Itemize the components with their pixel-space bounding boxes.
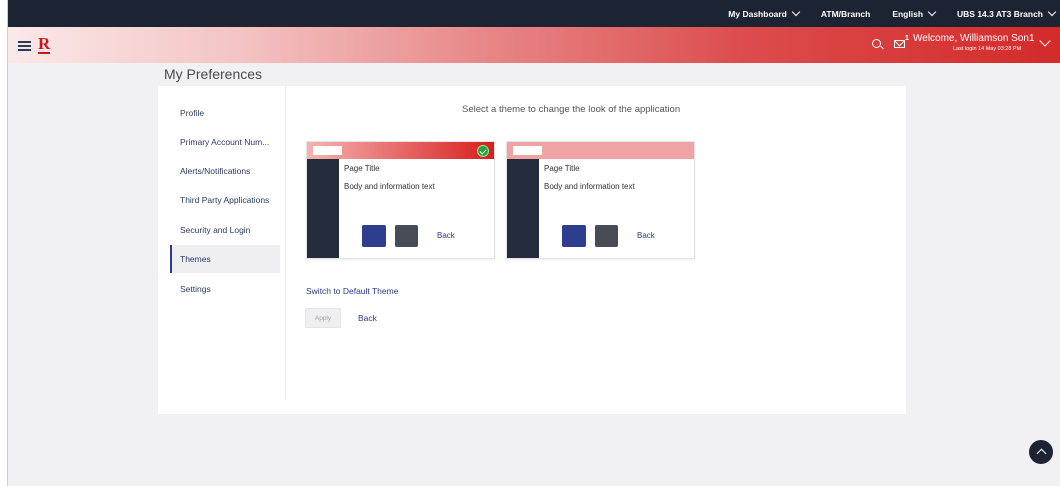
- app-header: R 1 Welcome, Williamson Son1 Last login …: [8, 27, 1060, 63]
- theme-preview-page-title: Page Title: [544, 164, 580, 173]
- theme-preview-primary-button: [562, 225, 586, 247]
- apply-button[interactable]: Apply: [305, 308, 341, 328]
- selected-check-icon: [477, 145, 489, 157]
- top-bar: My Dashboard ATM/Branch English UBS 14.3…: [8, 0, 1060, 27]
- hamburger-menu-icon[interactable]: [18, 41, 31, 51]
- mail-icon[interactable]: [894, 40, 905, 48]
- nav-item-alerts-notifications[interactable]: Alerts/Notifications: [170, 157, 280, 185]
- theme-preview-secondary-button: [595, 225, 618, 247]
- nav-item-primary-account-number[interactable]: Primary Account Num...: [170, 128, 280, 156]
- app-frame: My Dashboard ATM/Branch English UBS 14.3…: [7, 0, 1060, 486]
- my-dashboard-menu[interactable]: My Dashboard: [728, 7, 801, 19]
- theme-preview-sidebar: [507, 159, 539, 258]
- preferences-side-nav: Profile Primary Account Num... Alerts/No…: [158, 86, 286, 400]
- theme-preview-body-text: Body and information text: [544, 182, 635, 191]
- theme-preview-body-text: Body and information text: [344, 182, 435, 191]
- language-label: English: [892, 8, 924, 19]
- theme-preview-secondary-button: [395, 225, 418, 247]
- page-title: My Preferences: [164, 66, 263, 82]
- theme-preview-back-link: Back: [637, 231, 655, 240]
- preferences-card: Profile Primary Account Num... Alerts/No…: [158, 86, 906, 414]
- chevron-down-icon[interactable]: [1039, 35, 1051, 47]
- theme-preview-primary-button: [362, 225, 386, 247]
- nav-item-themes[interactable]: Themes: [170, 245, 280, 273]
- theme-card-red[interactable]: Page Title Body and information text Bac…: [306, 141, 495, 259]
- nav-item-profile[interactable]: Profile: [170, 99, 280, 127]
- last-login-text: Last login 14 May 03:28 PM: [953, 46, 1022, 52]
- mail-count-badge: 1: [905, 35, 909, 42]
- theme-preview-logo: [313, 146, 342, 155]
- theme-preview-sidebar: [307, 159, 339, 258]
- back-link[interactable]: Back: [358, 313, 377, 323]
- welcome-text[interactable]: Welcome, Williamson Son1: [913, 33, 1035, 44]
- chevron-down-icon: [1047, 7, 1057, 16]
- bank-logo[interactable]: R: [38, 35, 51, 54]
- theme-preview-page-title: Page Title: [344, 164, 380, 173]
- atm-branch-label: ATM/Branch: [820, 8, 871, 19]
- chevron-down-icon: [791, 7, 801, 16]
- nav-item-security-and-login[interactable]: Security and Login: [170, 216, 280, 244]
- search-icon[interactable]: [872, 39, 881, 48]
- theme-preview-logo: [513, 146, 542, 155]
- atm-branch-link[interactable]: ATM/Branch: [821, 9, 870, 19]
- theme-preview-back-link: Back: [437, 231, 455, 240]
- language-menu[interactable]: English: [892, 7, 937, 19]
- switch-to-default-theme-link[interactable]: Switch to Default Theme: [306, 286, 398, 296]
- theme-preview-header: [507, 142, 694, 159]
- branch-menu[interactable]: UBS 14.3 AT3 Branch: [957, 7, 1057, 19]
- my-dashboard-label: My Dashboard: [728, 8, 787, 19]
- nav-item-third-party-applications[interactable]: Third Party Applications: [170, 186, 280, 214]
- scroll-to-top-button[interactable]: [1029, 440, 1053, 464]
- chevron-down-icon: [927, 7, 937, 16]
- theme-card-light-red[interactable]: Page Title Body and information text Bac…: [506, 141, 695, 259]
- theme-preview-header: [307, 142, 494, 159]
- branch-label: UBS 14.3 AT3 Branch: [957, 8, 1043, 19]
- nav-item-settings[interactable]: Settings: [170, 275, 280, 303]
- theme-heading: Select a theme to change the look of the…: [462, 104, 681, 115]
